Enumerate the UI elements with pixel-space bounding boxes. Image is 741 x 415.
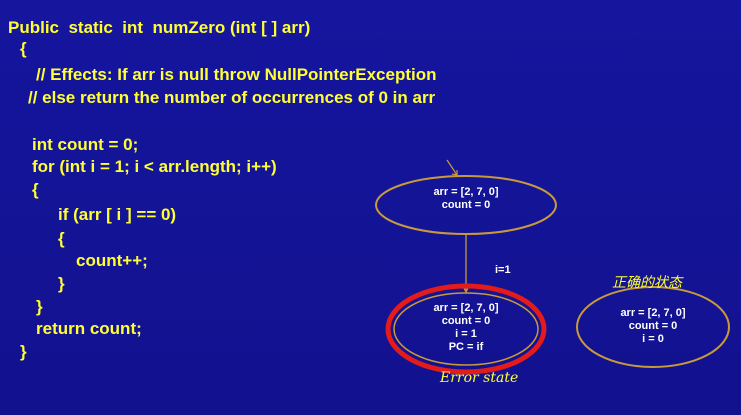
error-state-count: count = 0: [441, 315, 491, 327]
correct-state-i: i = 0: [642, 333, 664, 345]
transition-label: i=1: [495, 264, 511, 276]
error-state-pc: PC = if: [448, 341, 484, 353]
error-state-arr: arr = [2, 7, 0]: [433, 302, 499, 314]
correct-state-label: arr = [2, 7, 0] count = 0 i = 0: [593, 307, 713, 346]
correct-state-annotation: 正确的状态: [612, 275, 682, 291]
error-state-i: i = 1: [455, 328, 477, 340]
initial-state-label: arr = [2, 7, 0] count = 0: [406, 186, 526, 212]
initial-pointer-line: [446, 159, 458, 176]
error-state-annotation: Error state: [440, 370, 519, 386]
error-state-label: arr = [2, 7, 0] count = 0 i = 1 PC = if: [406, 302, 526, 354]
initial-state-arr: arr = [2, 7, 0]: [433, 186, 499, 198]
initial-state-count: count = 0: [441, 199, 491, 211]
correct-state-count: count = 0: [628, 320, 678, 332]
state-diagram: [375, 159, 730, 375]
correct-state-arr: arr = [2, 7, 0]: [620, 307, 686, 319]
